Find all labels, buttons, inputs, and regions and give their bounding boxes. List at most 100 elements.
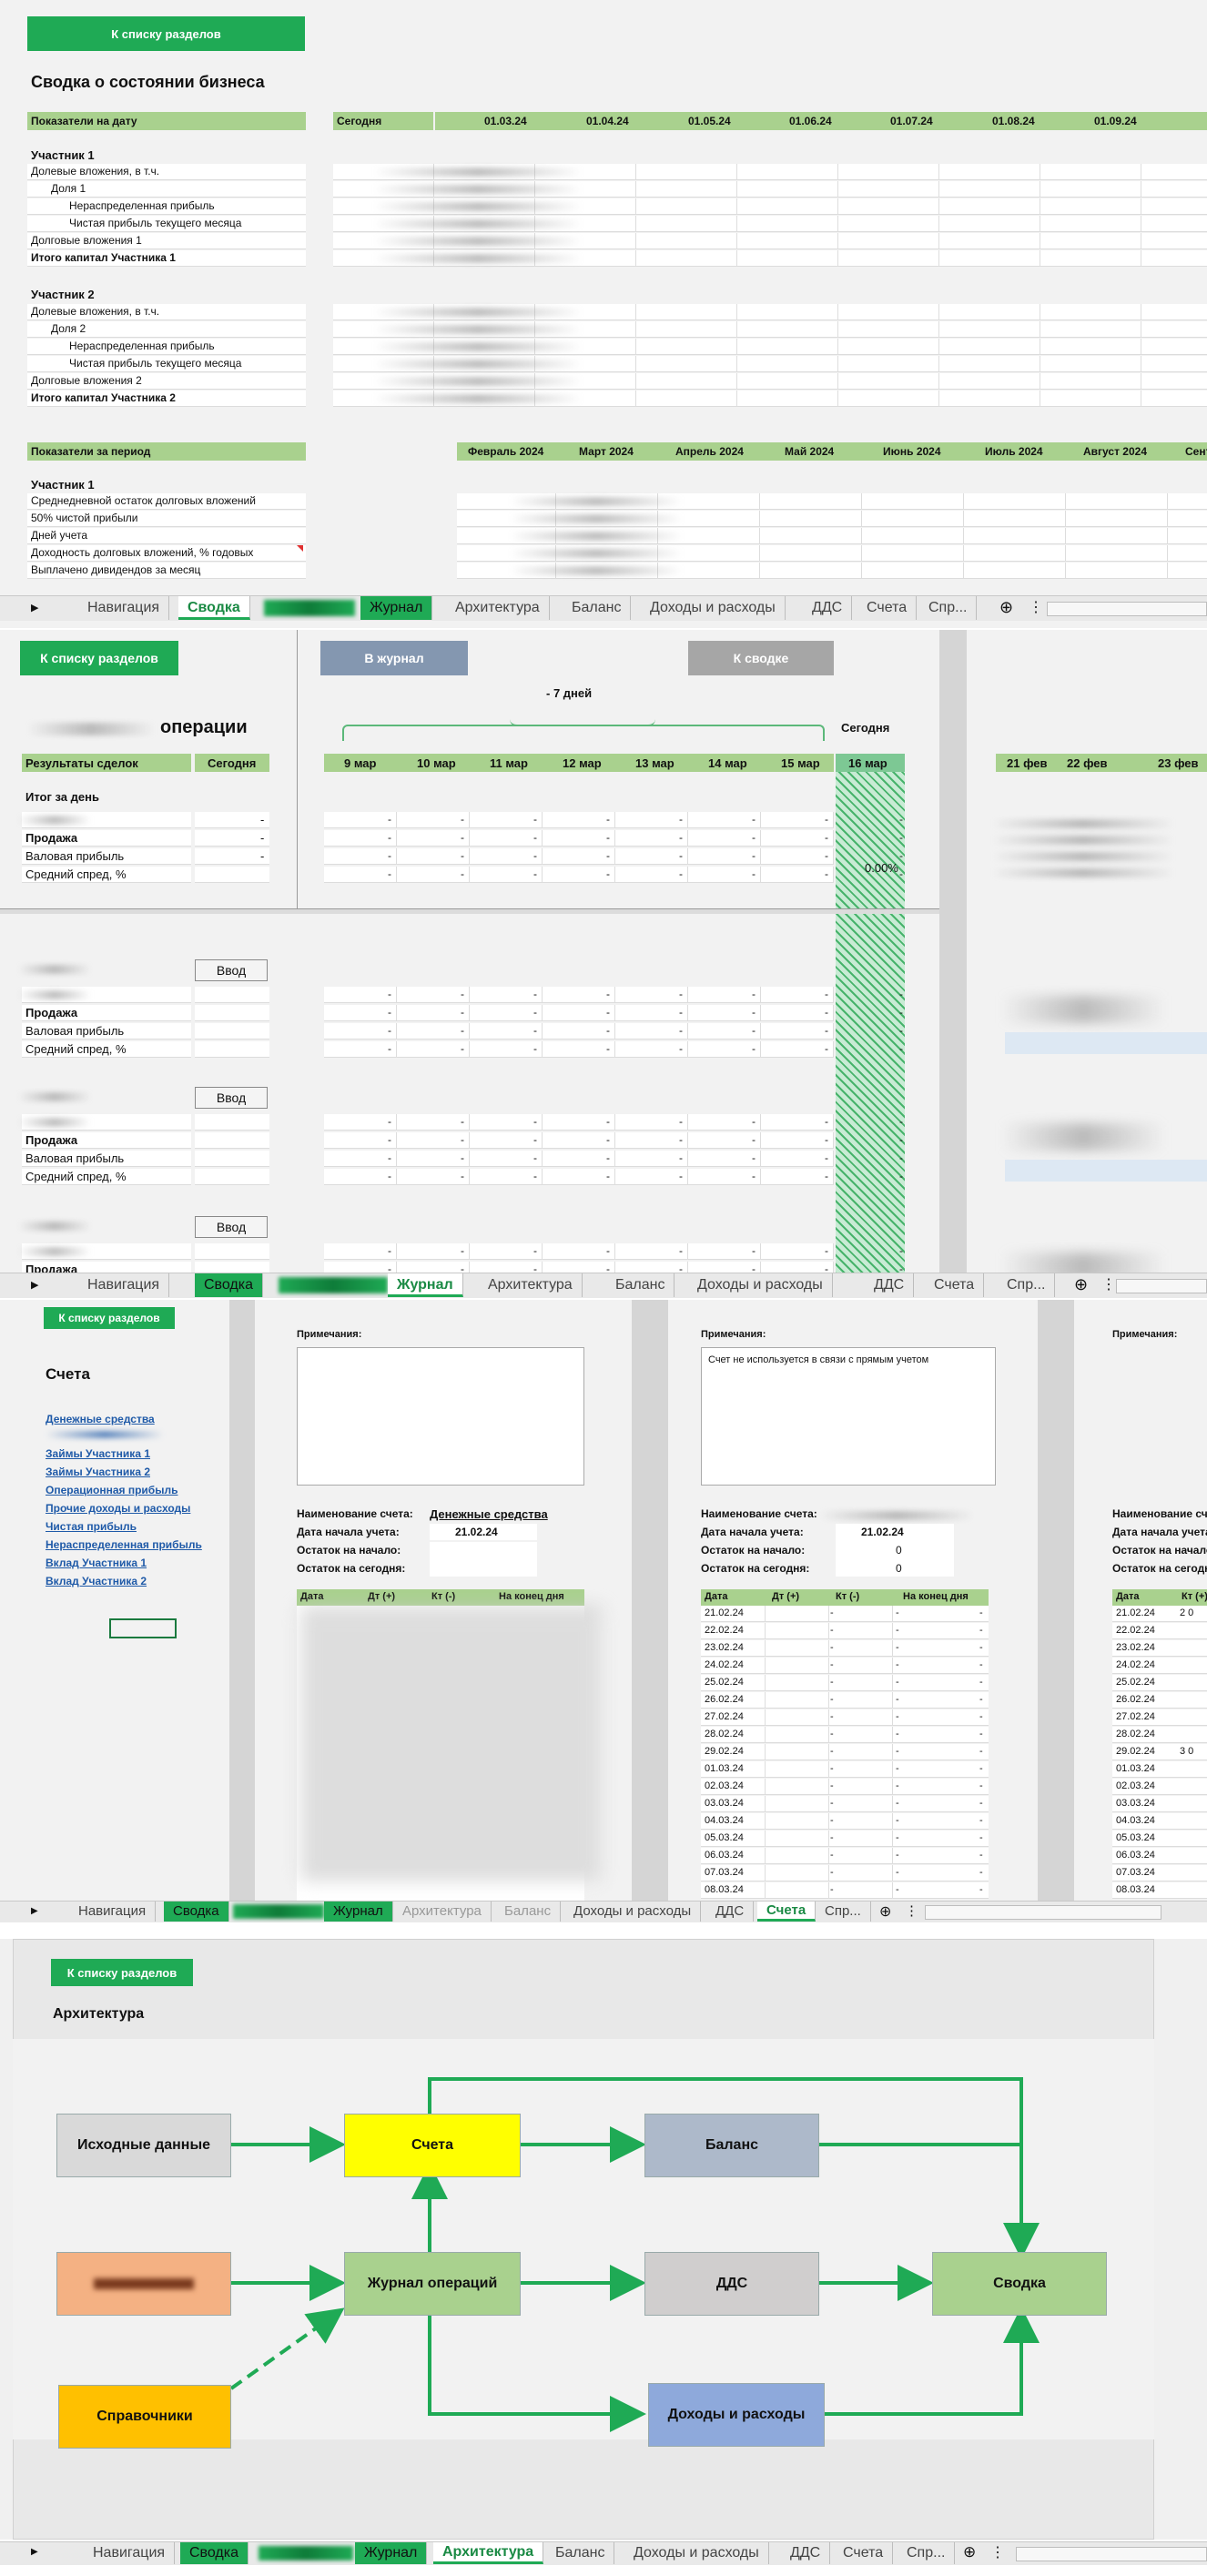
more-icon[interactable]: ⋮ — [905, 1902, 918, 1919]
notes-box[interactable] — [297, 1347, 584, 1486]
node-dds[interactable]: ДДС — [644, 2252, 819, 2316]
tab-navigation[interactable]: Навигация — [84, 2542, 176, 2564]
back-to-sections-button[interactable]: К списку разделов — [20, 641, 178, 675]
dash-value: - — [679, 1133, 683, 1146]
node-journal[interactable]: Журнал операций — [344, 2252, 521, 2316]
more-icon[interactable]: ⋮ — [1029, 598, 1043, 616]
node-refs[interactable]: Справочники — [58, 2385, 231, 2449]
more-icon[interactable]: ⋮ — [1101, 1275, 1116, 1293]
account-link[interactable]: Вклад Участника 1 — [46, 1557, 147, 1569]
today-cell[interactable] — [195, 1169, 269, 1185]
add-sheet-icon[interactable]: ⊕ — [879, 1902, 891, 1921]
more-icon[interactable]: ⋮ — [990, 2543, 1005, 2561]
tab-summary[interactable]: Сводка — [164, 1902, 229, 1922]
tab-dds[interactable]: ДДС — [781, 2542, 831, 2564]
today-cell[interactable] — [195, 1005, 269, 1021]
tab-income[interactable]: Доходы и расходы — [688, 1273, 833, 1297]
tab-refs[interactable]: Спр... — [998, 1273, 1056, 1297]
tab-navigation[interactable]: Навигация — [78, 596, 170, 620]
input-button[interactable]: Ввод — [195, 959, 268, 981]
account-link[interactable]: Займы Участника 1 — [46, 1447, 150, 1460]
tab-dds[interactable]: ДДС — [803, 596, 853, 620]
account-link[interactable]: Прочие доходы и расходы — [46, 1502, 190, 1515]
today-cell[interactable] — [195, 1114, 269, 1131]
today-cell[interactable] — [195, 867, 269, 883]
account-link[interactable]: Займы Участника 2 — [46, 1465, 150, 1478]
input-button[interactable]: Ввод — [195, 1087, 268, 1109]
to-journal-button[interactable]: В журнал — [320, 641, 468, 675]
add-sheet-icon[interactable]: ⊕ — [1074, 1275, 1088, 1294]
tab-scroll-right-icon[interactable]: ▶ — [31, 602, 38, 614]
account-link[interactable]: Вклад Участника 2 — [46, 1575, 147, 1587]
horizontal-scrollbar[interactable] — [1016, 2547, 1207, 2561]
tab-architecture[interactable]: Архитектура — [433, 2542, 544, 2564]
tab-refs[interactable]: Спр... — [919, 596, 978, 620]
node-balance[interactable]: Баланс — [644, 2114, 819, 2177]
back-to-sections-button[interactable]: К списку разделов — [27, 16, 305, 51]
day-col: 15 мар — [781, 756, 820, 770]
dash-value: - — [533, 1024, 537, 1037]
day-cell — [397, 1114, 470, 1131]
tab-architecture[interactable]: Архитектура — [446, 596, 550, 620]
tab-income[interactable]: Доходы и расходы — [564, 1902, 702, 1922]
node-income[interactable]: Доходы и расходы — [648, 2383, 825, 2447]
add-sheet-icon[interactable]: ⊕ — [963, 2543, 976, 2561]
node-source-data[interactable]: Исходные данные — [56, 2114, 231, 2177]
tab-architecture[interactable]: Архитектура — [393, 1902, 492, 1922]
horizontal-scrollbar[interactable] — [925, 1905, 1161, 1920]
selected-cell[interactable] — [109, 1618, 177, 1638]
back-to-sections-button[interactable]: К списку разделов — [44, 1307, 175, 1329]
today-cell[interactable] — [195, 830, 269, 847]
tab-income[interactable]: Доходы и расходы — [641, 596, 786, 620]
horizontal-scrollbar[interactable] — [1047, 602, 1207, 616]
account-link[interactable]: Денежные средства — [46, 1413, 155, 1425]
tab-journal[interactable]: Журнал — [360, 596, 433, 620]
tab-scroll-right-icon[interactable]: ▶ — [31, 1906, 38, 1916]
tab-balance[interactable]: Баланс — [563, 596, 632, 620]
horizontal-scrollbar[interactable] — [1116, 1279, 1207, 1293]
node-accounts[interactable]: Счета — [344, 2114, 521, 2177]
tab-income[interactable]: Доходы и расходы — [624, 2542, 769, 2564]
tab-navigation[interactable]: Навигация — [69, 1902, 157, 1922]
add-sheet-icon[interactable]: ⊕ — [999, 598, 1013, 617]
tab-architecture[interactable]: Архитектура — [479, 1273, 583, 1297]
tab-journal[interactable]: Журнал — [388, 1273, 463, 1297]
results-header-label: Результаты сделок — [25, 756, 138, 770]
node-summary[interactable]: Сводка — [932, 2252, 1107, 2316]
tab-accounts[interactable]: Счета — [757, 1902, 816, 1922]
today-cell[interactable] — [195, 1041, 269, 1058]
today-cell[interactable] — [195, 1243, 269, 1260]
node-hidden[interactable] — [56, 2252, 231, 2316]
today-cell[interactable] — [195, 1151, 269, 1167]
tab-summary[interactable]: Сводка — [195, 1273, 264, 1297]
account-link[interactable]: Операционная прибыль — [46, 1484, 178, 1496]
tab-accounts[interactable]: Счета — [857, 596, 918, 620]
tab-navigation[interactable]: Навигация — [78, 1273, 170, 1297]
comment-marker-icon[interactable] — [297, 545, 303, 552]
tab-journal[interactable]: Журнал — [324, 1902, 393, 1922]
to-summary-button[interactable]: К сводке — [688, 641, 834, 675]
notes-box-2[interactable] — [701, 1347, 996, 1486]
tab-refs[interactable]: Спр... — [816, 1902, 871, 1922]
today-cell[interactable] — [195, 987, 269, 1003]
today-cell[interactable] — [195, 1023, 269, 1040]
account-link[interactable]: Нераспределенная прибыль — [46, 1538, 202, 1551]
tab-dds[interactable]: ДДС — [865, 1273, 915, 1297]
tab-summary[interactable]: Сводка — [180, 2542, 249, 2564]
account-link[interactable]: Чистая прибыль — [46, 1520, 137, 1533]
tab-accounts[interactable]: Счета — [834, 2542, 894, 2564]
tab-dds[interactable]: ДДС — [706, 1902, 755, 1922]
today-cell[interactable] — [195, 848, 269, 865]
tab-accounts[interactable]: Счета — [925, 1273, 985, 1297]
today-cell[interactable] — [195, 812, 269, 828]
tab-scroll-right-icon[interactable]: ▶ — [31, 2547, 38, 2557]
tab-summary[interactable]: Сводка — [178, 596, 250, 620]
tab-refs[interactable]: Спр... — [898, 2542, 956, 2564]
tab-balance[interactable]: Баланс — [495, 1902, 562, 1922]
tab-journal[interactable]: Журнал — [355, 2542, 428, 2564]
input-button[interactable]: Ввод — [195, 1216, 268, 1238]
tab-balance[interactable]: Баланс — [606, 1273, 675, 1297]
tab-scroll-right-icon[interactable]: ▶ — [31, 1279, 38, 1291]
today-cell[interactable] — [195, 1132, 269, 1149]
tab-balance[interactable]: Баланс — [546, 2542, 615, 2564]
